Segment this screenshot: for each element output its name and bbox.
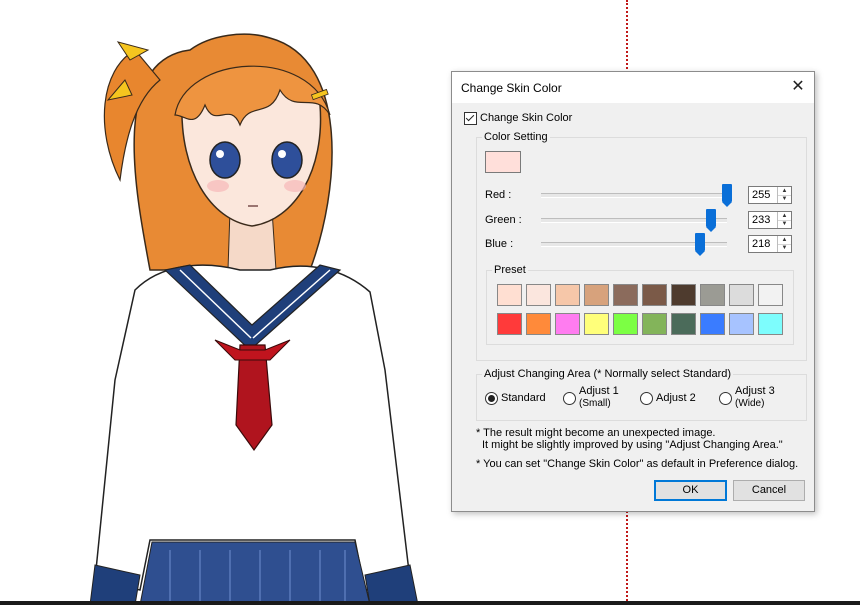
adjust2-radio[interactable]: [640, 392, 653, 405]
preset-swatch[interactable]: [584, 284, 609, 306]
adjust1-label[interactable]: Adjust 1: [579, 385, 619, 397]
preset-swatch[interactable]: [555, 284, 580, 306]
preset-swatch[interactable]: [758, 313, 783, 335]
change-skin-color-checkbox[interactable]: [464, 112, 477, 125]
adjust3-sub-label[interactable]: (Wide): [735, 398, 764, 409]
title-bar[interactable]: Change Skin Color ✕: [452, 72, 814, 103]
ok-button[interactable]: OK: [654, 480, 727, 501]
color-setting-label: Color Setting: [482, 131, 550, 143]
blue-spinbox[interactable]: 218 ▲ ▼: [748, 235, 792, 253]
preset-swatch[interactable]: [613, 313, 638, 335]
red-slider-track[interactable]: [541, 193, 727, 198]
preset-swatch[interactable]: [671, 284, 696, 306]
red-label: Red :: [485, 189, 512, 201]
close-icon[interactable]: ✕: [782, 72, 814, 103]
canvas-bottom-edge: [0, 601, 860, 605]
preset-swatch[interactable]: [555, 313, 580, 335]
change-skin-color-label[interactable]: Change Skin Color: [480, 112, 572, 124]
preset-swatch[interactable]: [497, 313, 522, 335]
preset-swatch[interactable]: [700, 284, 725, 306]
preset-swatch[interactable]: [729, 284, 754, 306]
note-default: * You can set "Change Skin Color" as def…: [476, 458, 799, 470]
preset-swatch[interactable]: [700, 313, 725, 335]
preset-swatch[interactable]: [729, 313, 754, 335]
green-spinbox[interactable]: 233 ▲ ▼: [748, 211, 792, 229]
current-color-swatch: [485, 151, 521, 173]
adjust1-sub-label[interactable]: (Small): [579, 398, 611, 409]
green-label: Green :: [485, 214, 522, 226]
cancel-button[interactable]: Cancel: [733, 480, 805, 501]
green-value[interactable]: 233: [752, 214, 770, 226]
preset-swatch[interactable]: [584, 313, 609, 335]
green-slider-thumb[interactable]: [705, 209, 716, 232]
standard-label[interactable]: Standard: [501, 392, 546, 404]
preset-swatch[interactable]: [671, 313, 696, 335]
dialog-title: Change Skin Color: [461, 81, 562, 95]
preset-swatch[interactable]: [526, 313, 551, 335]
adjust3-radio[interactable]: [719, 392, 732, 405]
preset-swatch[interactable]: [642, 284, 667, 306]
preset-swatch[interactable]: [497, 284, 522, 306]
blue-slider-thumb[interactable]: [695, 233, 705, 256]
green-slider-track[interactable]: [541, 218, 727, 223]
preset-swatch[interactable]: [526, 284, 551, 306]
blue-value[interactable]: 218: [752, 238, 770, 250]
red-spinbox[interactable]: 255 ▲ ▼: [748, 186, 792, 204]
preset-swatch[interactable]: [613, 284, 638, 306]
preset-swatch[interactable]: [758, 284, 783, 306]
adjust3-label[interactable]: Adjust 3: [735, 385, 775, 397]
red-down-icon[interactable]: ▼: [778, 195, 791, 203]
adjust1-radio[interactable]: [563, 392, 576, 405]
blue-down-icon[interactable]: ▼: [778, 244, 791, 252]
red-value[interactable]: 255: [752, 189, 770, 201]
character-illustration: [89, 33, 419, 605]
note-unexpected: * The result might become an unexpected …: [476, 427, 716, 439]
preset-swatch[interactable]: [642, 313, 667, 335]
red-slider-thumb[interactable]: [722, 184, 732, 207]
adjust2-label[interactable]: Adjust 2: [656, 392, 696, 404]
preset-label: Preset: [492, 264, 528, 276]
note-improved: It might be slightly improved by using "…: [482, 439, 783, 451]
standard-radio[interactable]: [485, 392, 498, 405]
blue-label: Blue :: [485, 238, 514, 250]
adjust-area-label: Adjust Changing Area (* Normally select …: [482, 368, 734, 380]
change-skin-color-dialog: Change Skin Color ✕ Change Skin Color Co…: [451, 71, 815, 512]
green-down-icon[interactable]: ▼: [778, 220, 791, 228]
